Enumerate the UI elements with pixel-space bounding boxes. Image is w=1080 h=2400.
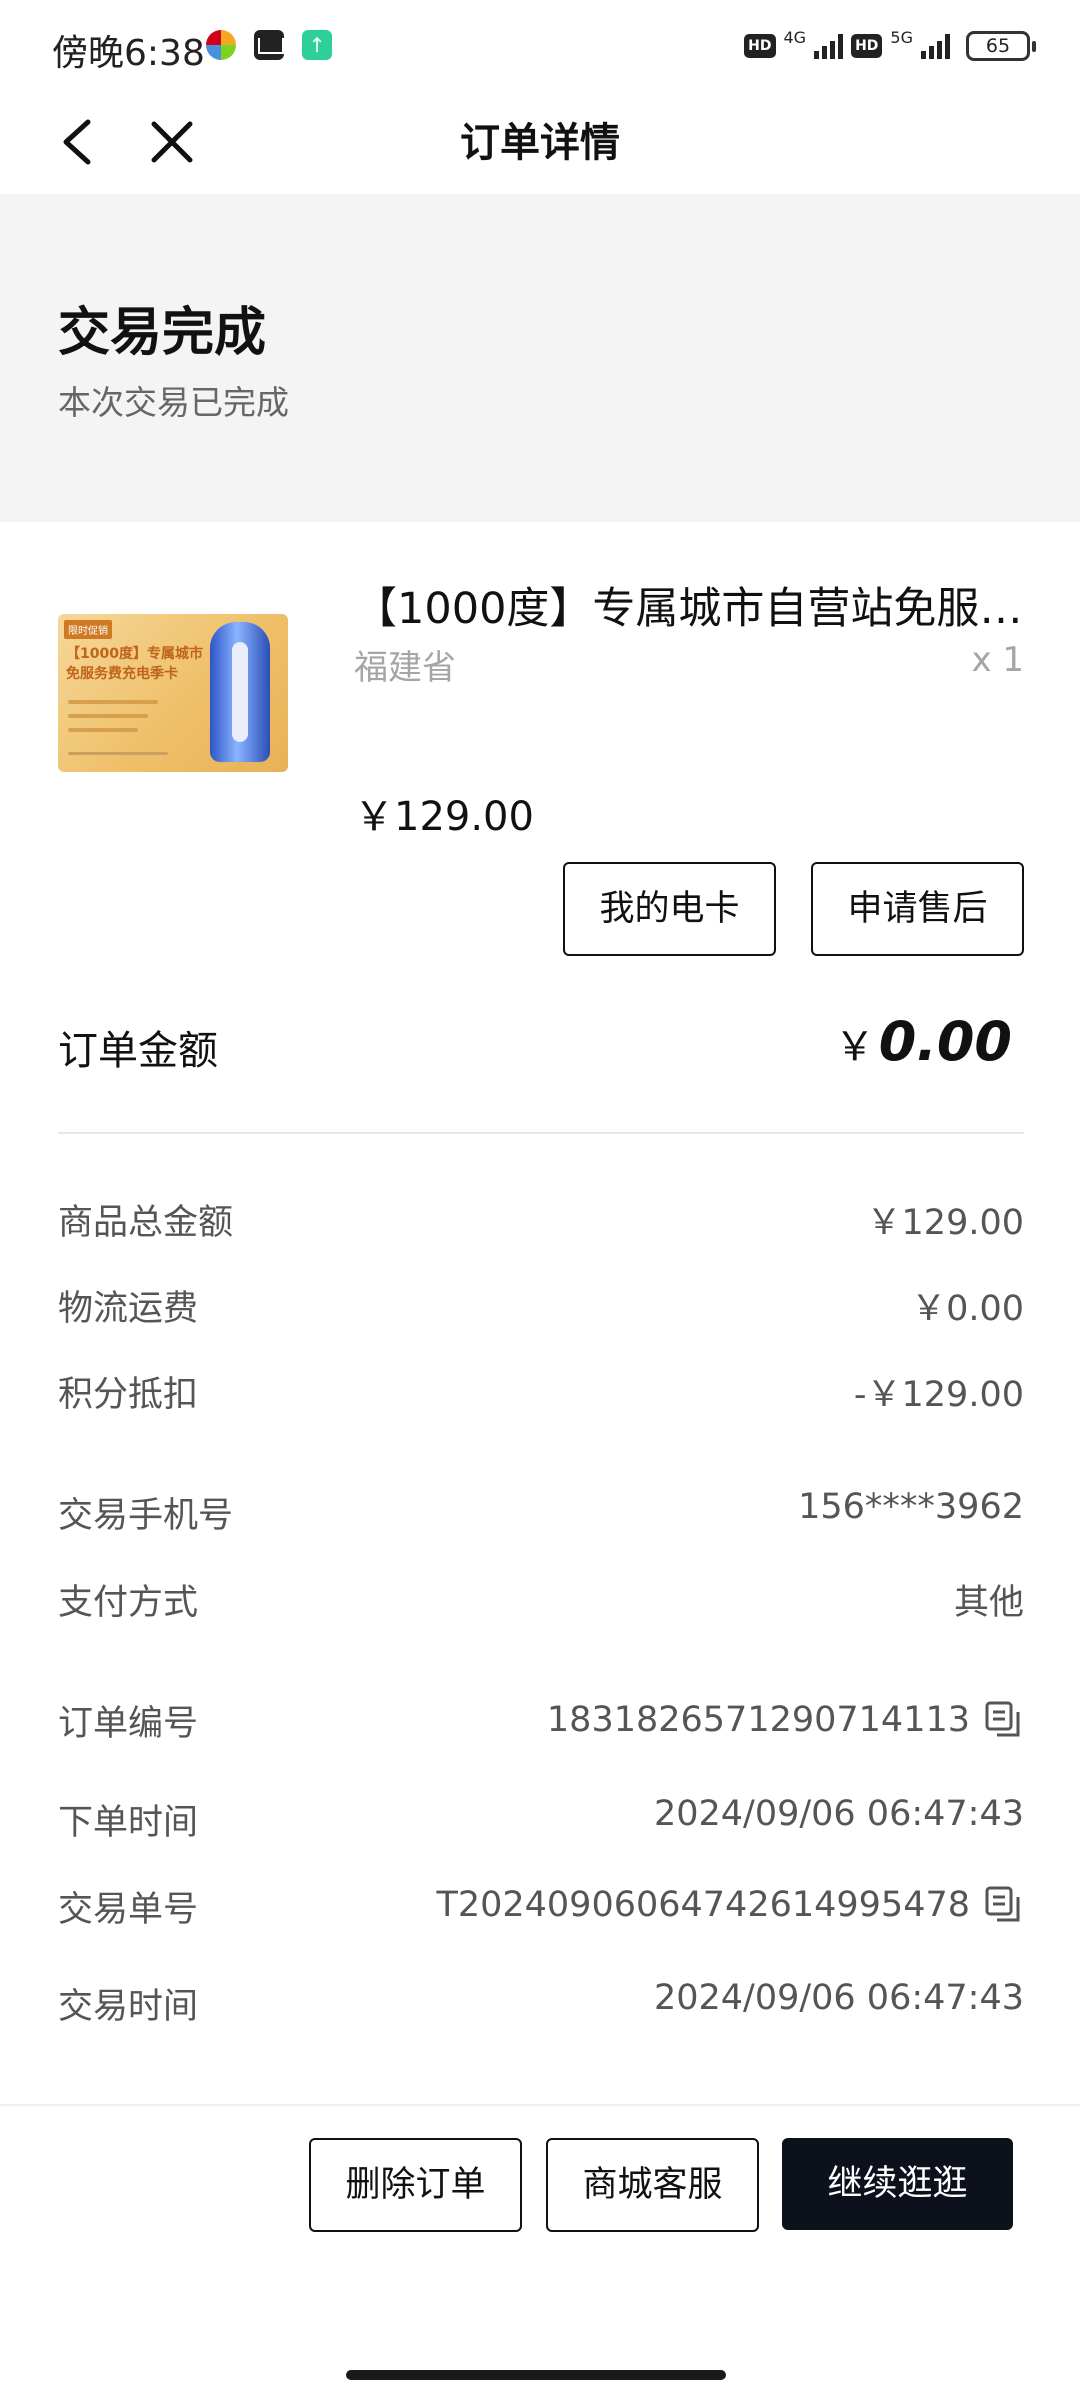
- network-type-1: 4G: [783, 28, 807, 47]
- status-time: 傍晚6:38: [52, 33, 205, 74]
- hd-icon-2: HD: [851, 34, 883, 58]
- currency-symbol: ￥: [834, 1024, 875, 1070]
- product-name[interactable]: 【1000度】专属城市自营站免服务费充电季卡: [354, 574, 1024, 636]
- signal-icon-2: [921, 33, 950, 59]
- product-image-tag: 限时促销: [64, 620, 112, 639]
- decorative-line: [68, 700, 158, 704]
- product-region: 福建省: [354, 648, 456, 688]
- order-number-label: 订单编号: [58, 1704, 199, 1744]
- trade-phone-label: 交易手机号: [58, 1496, 234, 1536]
- product-price: ￥129.00: [354, 794, 534, 840]
- order-number-value: 1831826571290714113: [546, 1700, 970, 1740]
- order-status-subtitle: 本次交易已完成: [58, 383, 289, 422]
- copy-icon[interactable]: [984, 1885, 1024, 1925]
- product-image-title: 【1000度】专属城市 免服务费充电季卡: [66, 646, 203, 682]
- battery-icon: 65: [966, 31, 1036, 61]
- order-amount-number: 0.00: [878, 1010, 1012, 1073]
- points-deduction-value: -￥129.00: [853, 1375, 1024, 1415]
- payment-method-value: 其他: [953, 1583, 1024, 1623]
- decorative-line: [68, 714, 148, 718]
- pinwheel-app-icon: [206, 30, 236, 60]
- upload-notification-icon: ↑: [302, 30, 332, 60]
- order-time-label: 下单时间: [58, 1803, 199, 1843]
- status-indicators: HD 4G HD 5G 65: [744, 28, 1036, 64]
- bottom-bar-divider: [0, 2104, 1080, 2106]
- order-amount-label: 订单金额: [58, 1028, 218, 1074]
- payment-method-label: 支付方式: [58, 1583, 199, 1623]
- product-image[interactable]: 限时促销 【1000度】专属城市 免服务费充电季卡: [58, 614, 288, 772]
- page-title: 订单详情: [460, 120, 620, 166]
- trade-number-label: 交易单号: [58, 1890, 199, 1930]
- order-number-row: 1831826571290714113: [547, 1700, 1024, 1740]
- divider: [58, 1132, 1024, 1134]
- continue-shopping-button[interactable]: 继续逛逛: [782, 2138, 1013, 2230]
- order-time-value: 2024/09/06 06:47:43: [653, 1794, 1024, 1834]
- delete-order-button[interactable]: 删除订单: [309, 2138, 522, 2232]
- mail-notification-icon: [254, 30, 284, 60]
- home-indicator[interactable]: [346, 2370, 726, 2380]
- trade-time-label: 交易时间: [58, 1987, 199, 2027]
- goods-total-value: ￥129.00: [866, 1203, 1024, 1243]
- hd-icon: HD: [744, 34, 776, 58]
- charger-illustration: [210, 622, 270, 762]
- order-status-title: 交易完成: [58, 303, 267, 363]
- trade-phone-value: 156****3962: [798, 1487, 1024, 1527]
- nav-bar: 订单详情: [0, 92, 1080, 192]
- shipping-value: ￥0.00: [911, 1289, 1024, 1329]
- network-type-2: 5G: [890, 28, 913, 47]
- decorative-line: [68, 728, 138, 732]
- trade-number-value: T20240906064742614995478: [436, 1885, 970, 1925]
- points-deduction-label: 积分抵扣: [58, 1375, 199, 1415]
- goods-total-label: 商品总金额: [58, 1203, 234, 1243]
- order-status-banner: 交易完成 本次交易已完成: [0, 194, 1080, 522]
- shipping-label: 物流运费: [58, 1289, 199, 1329]
- order-amount-value: ￥0.00: [835, 1010, 1012, 1073]
- signal-icon: [814, 33, 844, 59]
- status-bar: 傍晚6:38 ↑ HD 4G HD 5G 65: [0, 0, 1080, 92]
- my-card-button[interactable]: 我的电卡: [563, 862, 776, 956]
- trade-time-value: 2024/09/06 06:47:43: [653, 1978, 1024, 2018]
- product-quantity: x 1: [971, 640, 1024, 680]
- decorative-line: [68, 752, 168, 755]
- trade-number-row: T20240906064742614995478: [436, 1885, 1024, 1925]
- copy-icon[interactable]: [984, 1700, 1024, 1740]
- customer-service-button[interactable]: 商城客服: [546, 2138, 759, 2232]
- after-sale-button[interactable]: 申请售后: [811, 862, 1024, 956]
